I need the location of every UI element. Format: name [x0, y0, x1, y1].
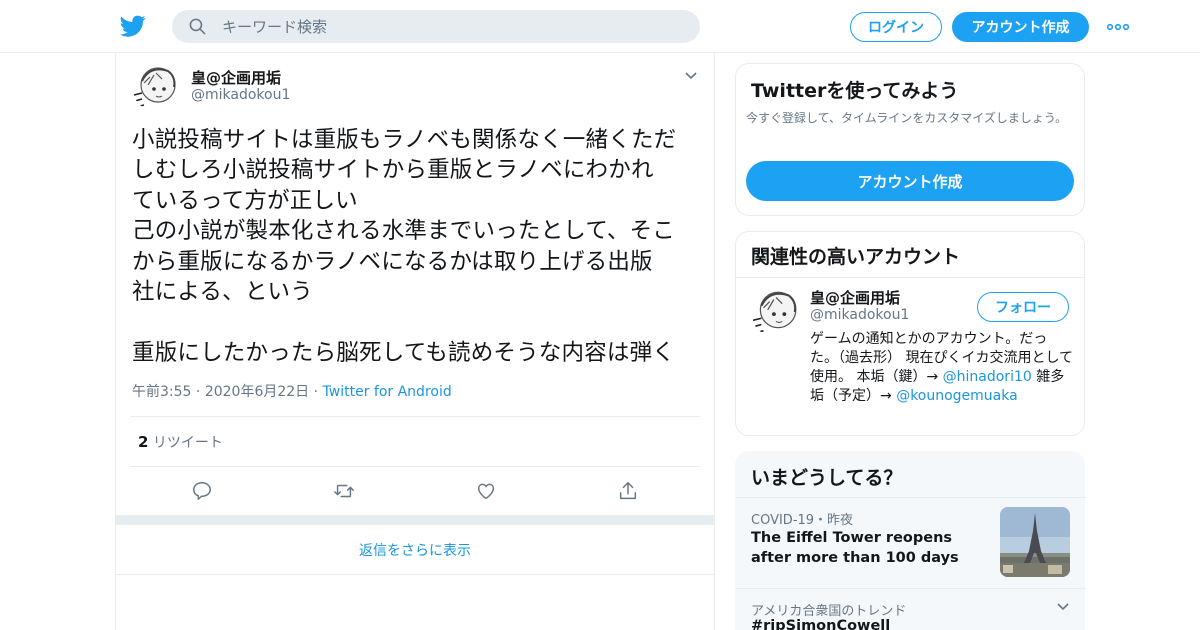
trends-title: いまどうしてる？ [751, 467, 903, 489]
related-accounts-card: 関連性の高いアカウント 皇@企画用垢 @mikadokou1 フォロー ゲームの… [735, 231, 1085, 436]
follow-button[interactable]: フォロー [977, 292, 1069, 322]
bio-mention-link[interactable]: @kounogemuaka [896, 388, 1018, 404]
tweet-time[interactable]: 午前3:55 [132, 384, 191, 400]
signup-button[interactable]: アカウント作成 [952, 12, 1089, 42]
twitter-bird-icon[interactable] [120, 13, 146, 39]
related-account-handle[interactable]: @mikadokou1 [810, 307, 909, 323]
meta-separator: · [195, 384, 205, 400]
retweet-count: 2 [138, 433, 149, 451]
chevron-down-icon[interactable] [1056, 600, 1070, 614]
author-name[interactable]: 皇@企画用垢 [191, 67, 281, 88]
tweet-text: 小説投稿サイトは重版もラノベも関係なく一緒くただ しむしろ小説投稿サイトから重版… [132, 127, 677, 366]
related-account-bio: ゲームの通知とかのアカウント。だった。（過去形） 現在ぴくイカ交流用として使用。… [810, 330, 1075, 406]
login-button[interactable]: ログイン [850, 12, 942, 42]
sketch-avatar-icon [751, 287, 801, 337]
related-account-avatar[interactable] [751, 287, 801, 337]
top-navigation-bar: ログイン アカウント作成 [0, 0, 1200, 53]
trend-category: COVID-19・昨夜 [751, 513, 854, 528]
tweet-source-link[interactable]: Twitter for Android [323, 384, 452, 400]
signup-card: Twitterを使ってみよう 今すぐ登録して、タイムラインをカスタマイズしましょ… [735, 63, 1085, 216]
trend-headline[interactable]: The Eiffel Tower reopens after more than… [751, 528, 996, 568]
eiffel-tower-thumbnail[interactable] [1000, 507, 1070, 577]
signup-card-subtitle: 今すぐ登録して、タイムラインをカスタマイズしましょう。 [746, 111, 1068, 125]
search-box[interactable] [172, 10, 700, 43]
retweet-icon[interactable] [333, 480, 355, 502]
related-accounts-title: 関連性の高いアカウント [751, 246, 961, 268]
search-input[interactable] [222, 10, 682, 43]
signup-card-title: Twitterを使ってみよう [751, 80, 959, 102]
bio-mention-link[interactable]: @hinadori10 [943, 369, 1032, 385]
sketch-avatar-icon [132, 63, 180, 111]
related-account-name[interactable]: 皇@企画用垢 [810, 287, 900, 308]
like-heart-icon[interactable] [475, 480, 497, 502]
author-avatar[interactable] [132, 63, 180, 111]
more-options-icon[interactable] [1106, 17, 1130, 37]
signup-cta-button[interactable]: アカウント作成 [746, 161, 1074, 201]
divider [130, 466, 700, 467]
divider [130, 416, 700, 417]
search-icon [189, 18, 206, 35]
divider [736, 497, 1086, 498]
divider [736, 277, 1084, 278]
tweet-metadata: 午前3:55 · 2020年6月22日 · Twitter for Androi… [132, 381, 452, 401]
eiffel-tower-image [1000, 507, 1070, 577]
trends-card: いまどうしてる？ COVID-19・昨夜 The Eiffel Tower re… [735, 451, 1086, 630]
author-handle[interactable]: @mikadokou1 [191, 87, 290, 103]
trend-category: アメリカ合衆国のトレンド [751, 604, 907, 619]
tweet-detail-panel: 皇@企画用垢 @mikadokou1 小説投稿サイトは重版もラノベも関係なく一緒… [115, 53, 715, 630]
show-more-replies-link[interactable]: 返信をさらに表示 [116, 525, 714, 575]
divider [736, 588, 1086, 589]
retweet-label: リツイート [152, 435, 223, 451]
trend-hashtag[interactable]: #ripSimonCowell [751, 618, 890, 630]
tweet-date[interactable]: 2020年6月22日 [205, 384, 309, 400]
meta-separator: · [313, 384, 323, 400]
retweet-stats[interactable]: 2 リツイート [138, 432, 223, 452]
share-icon[interactable] [617, 480, 639, 502]
reply-icon[interactable] [191, 480, 213, 502]
section-gap [116, 515, 714, 525]
chevron-down-icon[interactable] [684, 69, 698, 83]
